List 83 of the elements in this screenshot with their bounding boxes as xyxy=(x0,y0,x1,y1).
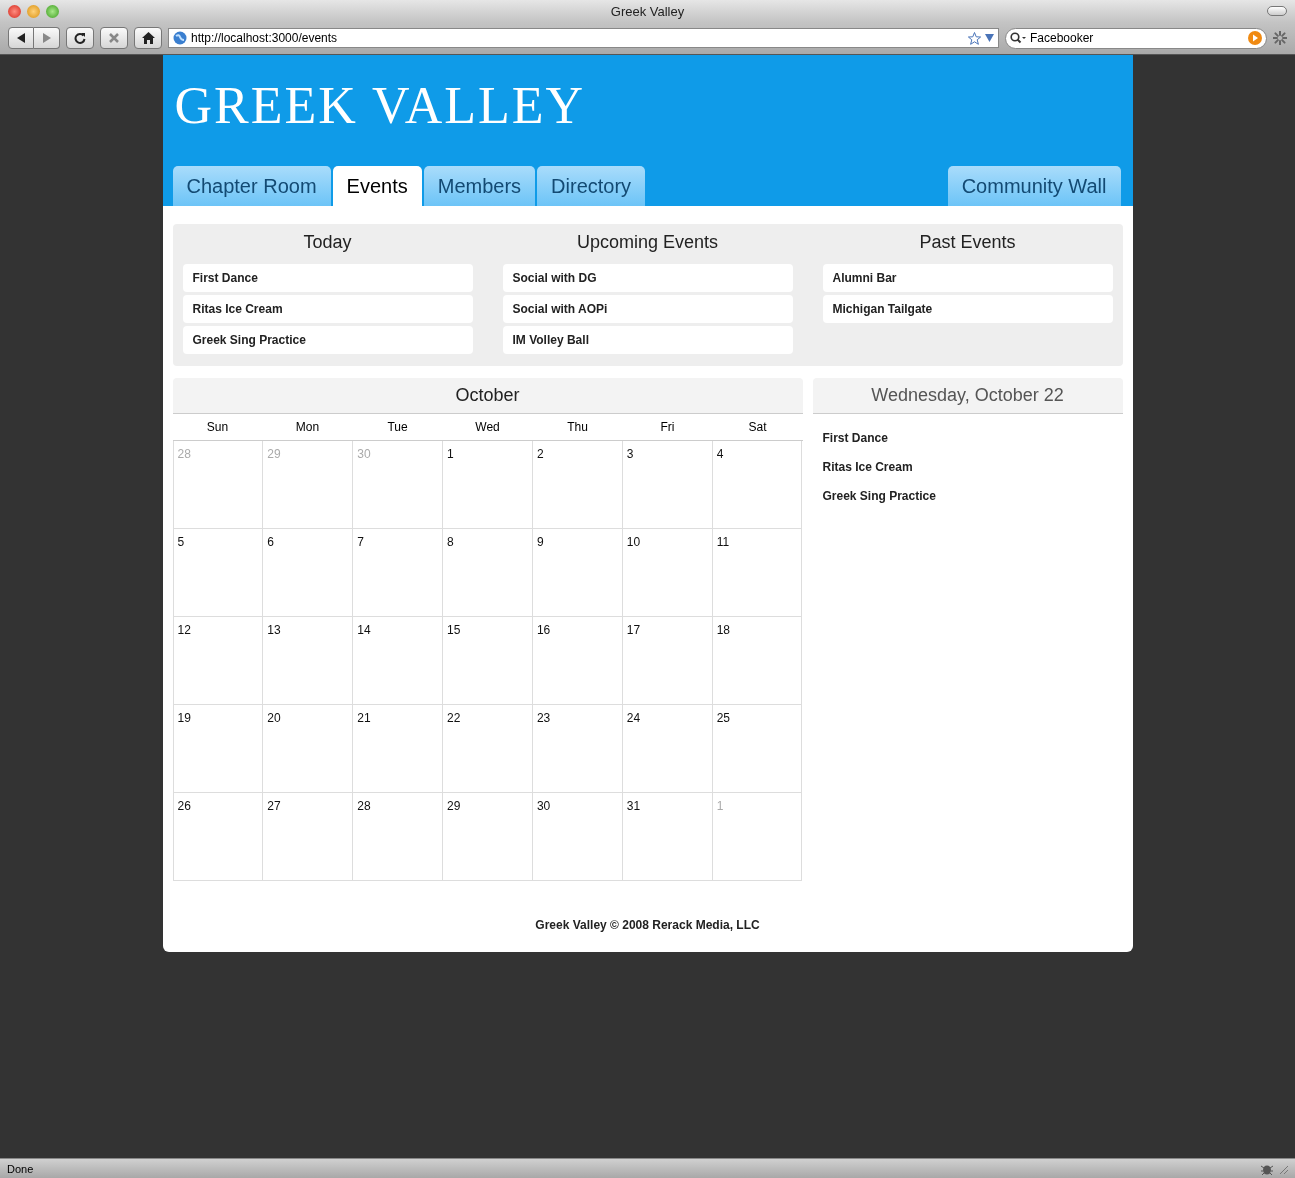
nav-tab[interactable]: Events xyxy=(332,166,422,206)
toolbar-toggle-button[interactable] xyxy=(1267,6,1287,16)
day-cell[interactable]: 3 xyxy=(622,441,713,529)
weekday-label: Tue xyxy=(386,420,409,434)
star-icon[interactable] xyxy=(968,31,981,45)
weekday-label: Thu xyxy=(566,420,589,434)
nav-tab[interactable]: Chapter Room xyxy=(172,166,331,206)
forward-icon xyxy=(41,33,52,43)
day-title: Wednesday, October 22 xyxy=(871,385,1064,406)
event-item[interactable]: IM Volley Ball xyxy=(502,326,793,354)
month-title: October xyxy=(455,385,520,406)
day-cell[interactable]: 29 xyxy=(443,793,533,881)
day-cell[interactable]: 18 xyxy=(712,617,803,705)
day-cell[interactable]: 10 xyxy=(622,529,713,617)
day-cell[interactable]: 1 xyxy=(443,441,533,529)
weekday-label: Mon xyxy=(294,420,321,434)
home-icon xyxy=(141,32,155,44)
reload-button[interactable] xyxy=(66,27,94,49)
day-cell[interactable]: 26 xyxy=(173,793,264,881)
search-icon xyxy=(1010,32,1026,44)
day-cell[interactable]: 7 xyxy=(353,529,444,617)
event-item[interactable]: Social with AOPi xyxy=(502,295,793,323)
day-cell[interactable]: 23 xyxy=(532,705,623,793)
day-cell[interactable]: 17 xyxy=(622,617,713,705)
day-cell[interactable]: 9 xyxy=(532,529,623,617)
nav-tab[interactable]: Members xyxy=(423,166,536,206)
event-item[interactable]: First Dance xyxy=(182,264,473,292)
list-heading: Past Events xyxy=(919,232,1016,253)
day-cell[interactable]: 6 xyxy=(263,529,354,617)
day-cell[interactable]: 4 xyxy=(712,441,803,529)
weekday-label: Sat xyxy=(747,420,768,434)
nav-tab[interactable]: Community Wall xyxy=(947,166,1121,206)
home-button[interactable] xyxy=(134,27,162,49)
day-cell[interactable]: 13 xyxy=(263,617,354,705)
list-heading: Today xyxy=(303,232,352,253)
search-field[interactable]: Facebooker xyxy=(1005,27,1267,49)
day-cell[interactable]: 27 xyxy=(263,793,354,881)
day-cell[interactable]: 16 xyxy=(532,617,623,705)
forward-button[interactable] xyxy=(34,27,60,49)
day-event[interactable]: Ritas Ice Cream xyxy=(822,460,1113,474)
day-cell[interactable]: 30 xyxy=(532,793,623,881)
day-cell[interactable]: 24 xyxy=(622,705,713,793)
event-item[interactable]: Social with DG xyxy=(502,264,793,292)
day-cell[interactable]: 2 xyxy=(532,441,623,529)
event-item[interactable]: Alumni Bar xyxy=(822,264,1113,292)
day-cell[interactable]: 21 xyxy=(353,705,444,793)
day-cell[interactable]: 25 xyxy=(712,705,803,793)
window-title: Greek Valley xyxy=(610,3,685,19)
event-item[interactable]: Michigan Tailgate xyxy=(822,295,1113,323)
day-cell[interactable]: 20 xyxy=(263,705,354,793)
day-cell[interactable]: 12 xyxy=(173,617,264,705)
spinner-icon xyxy=(1273,31,1287,45)
stop-icon xyxy=(109,33,119,43)
reload-icon xyxy=(74,32,86,44)
go-icon[interactable] xyxy=(1248,31,1262,45)
day-cell[interactable]: 14 xyxy=(353,617,444,705)
address-field[interactable]: http://localhost:3000/events xyxy=(168,28,999,48)
day-cell[interactable]: 28 xyxy=(353,793,444,881)
day-cell[interactable]: 15 xyxy=(443,617,533,705)
weekday-label: Fri xyxy=(659,420,676,434)
resize-grip-icon[interactable] xyxy=(1278,1163,1288,1174)
back-button[interactable] xyxy=(8,27,34,49)
weekday-label: Sun xyxy=(205,420,230,434)
back-icon xyxy=(16,33,26,43)
day-cell[interactable]: 31 xyxy=(622,793,713,881)
day-cell[interactable]: 8 xyxy=(443,529,533,617)
stop-button[interactable] xyxy=(100,27,128,49)
footer-text: Greek Valley © 2008 Rerack Media, LLC xyxy=(535,918,760,932)
nav-tab[interactable]: Directory xyxy=(537,166,646,206)
weekday-label: Wed xyxy=(474,420,501,434)
day-event[interactable]: First Dance xyxy=(822,431,1113,445)
globe-icon xyxy=(173,31,187,45)
event-item[interactable]: Greek Sing Practice xyxy=(182,326,473,354)
day-event[interactable]: Greek Sing Practice xyxy=(822,489,1113,503)
day-cell[interactable]: 22 xyxy=(443,705,533,793)
dropdown-icon[interactable] xyxy=(985,34,994,42)
list-heading: Upcoming Events xyxy=(576,232,719,253)
day-cell[interactable]: 11 xyxy=(712,529,803,617)
status-text: Done xyxy=(7,1162,34,1175)
day-cell[interactable]: 19 xyxy=(173,705,264,793)
event-item[interactable]: Ritas Ice Cream xyxy=(182,295,473,323)
day-cell[interactable]: 5 xyxy=(173,529,264,617)
close-button[interactable] xyxy=(8,4,21,18)
